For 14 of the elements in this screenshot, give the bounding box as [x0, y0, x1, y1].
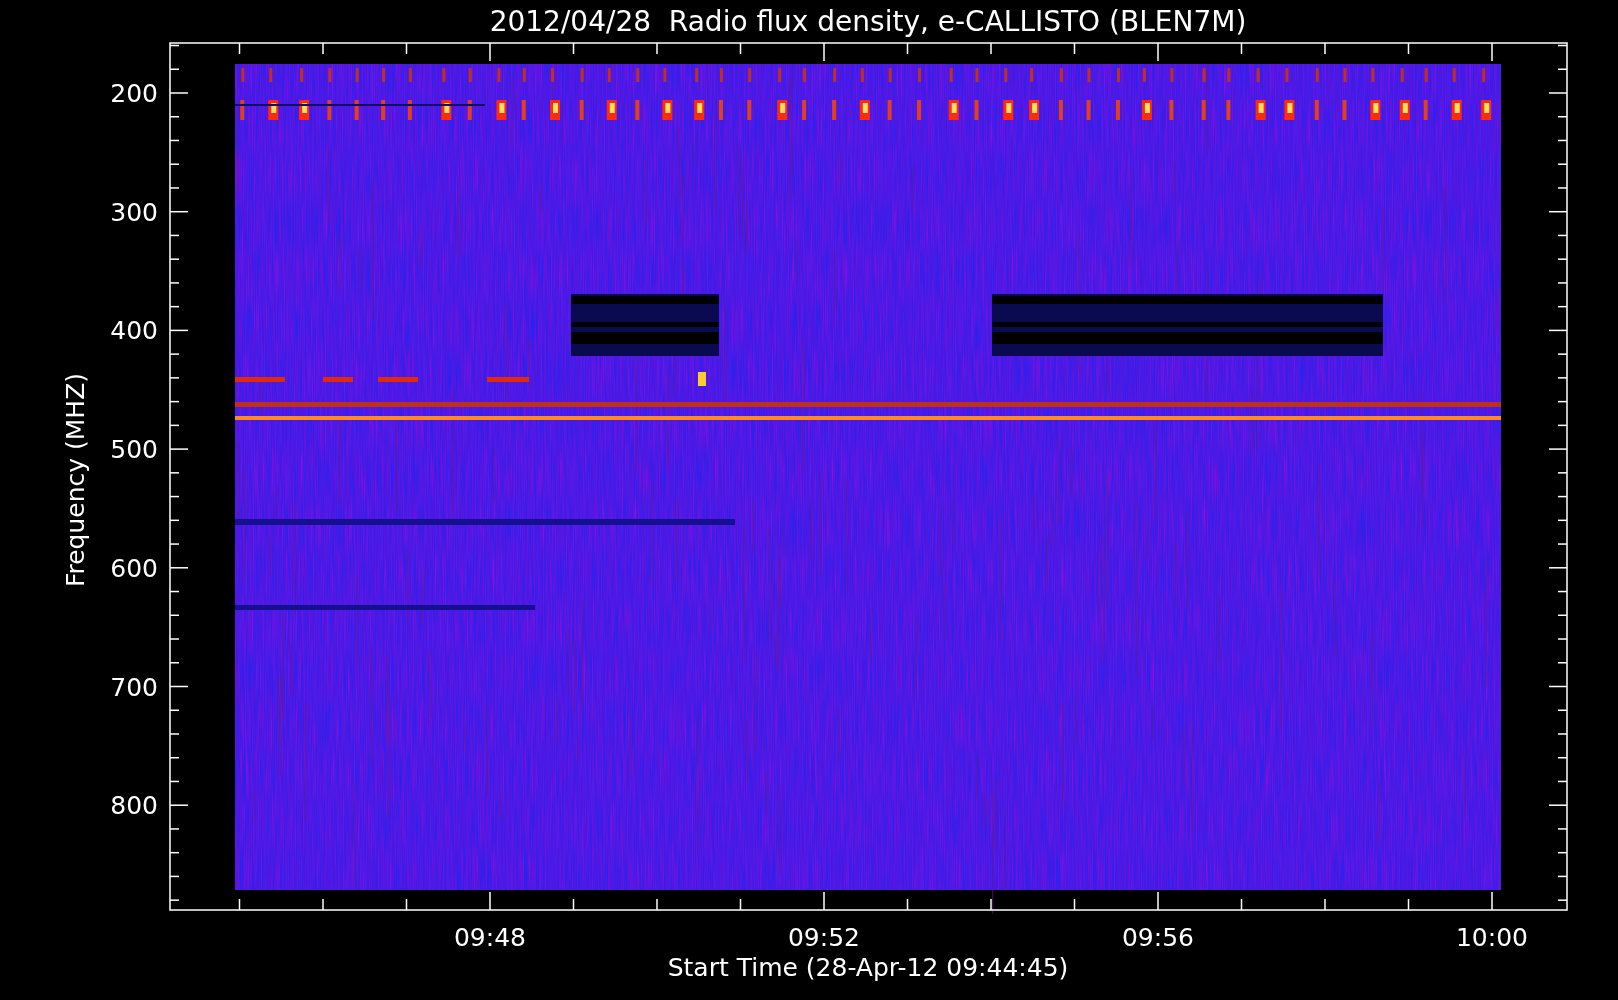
y-tick-label: 800	[110, 791, 158, 821]
y-tick-label: 200	[110, 79, 158, 108]
x-tick-label: 09:48	[454, 923, 526, 952]
x-tick-label: 09:52	[788, 923, 860, 952]
x-tick-label: 10:00	[1456, 923, 1528, 952]
y-tick-label: 400	[110, 316, 158, 346]
y-axis-label: Frequency (MHZ)	[61, 372, 90, 588]
x-tick-label: 09:56	[1122, 923, 1194, 952]
y-tick-label: 300	[110, 197, 158, 227]
y-tick-label: 600	[110, 553, 158, 583]
x-axis-label: Start Time (28-Apr-12 09:44:45)	[667, 953, 1069, 982]
y-tick-label: 700	[110, 672, 158, 702]
chart-title: 2012/04/28 Radio flux density, e-CALLISTO (BLEN7M)	[489, 5, 1247, 38]
y-tick-label: 500	[110, 435, 158, 465]
